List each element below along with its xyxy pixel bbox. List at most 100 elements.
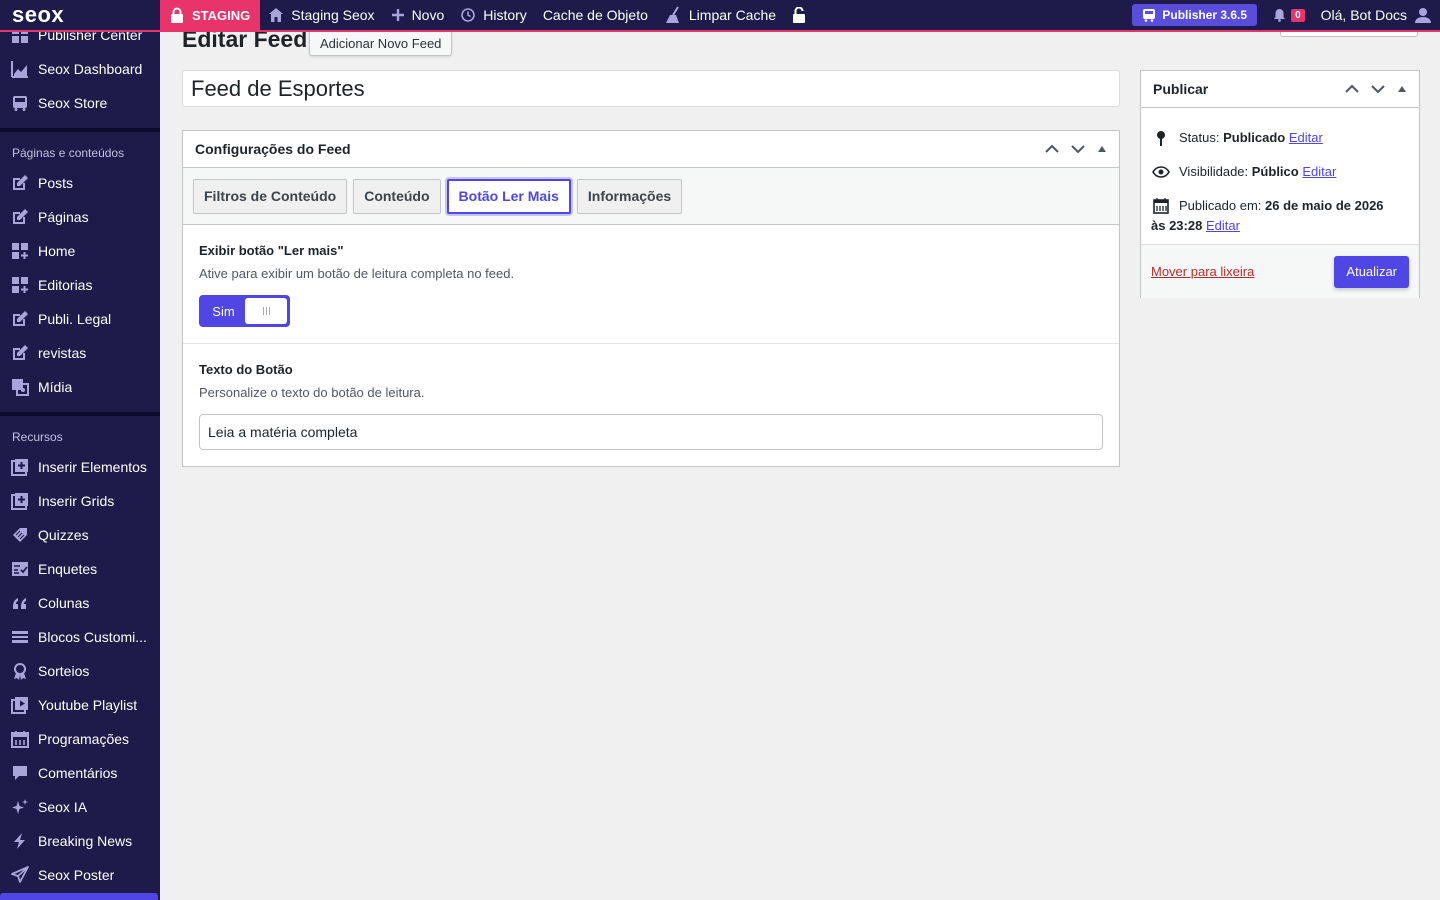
sidebar-item-breaking-news[interactable]: Breaking News [0, 824, 160, 858]
sidebar-item-publi-legal[interactable]: Publi. Legal [0, 302, 160, 336]
sidebar-item-label: Seox Poster [38, 867, 115, 883]
button-text-input[interactable]: Leia a matéria completa [199, 414, 1103, 450]
edit-icon [10, 207, 30, 227]
history-link[interactable]: History [452, 0, 535, 31]
calendar-icon [10, 729, 30, 749]
box-controls [1345, 84, 1407, 94]
sidebar-item-label: Posts [38, 175, 74, 191]
toggle-knob[interactable] [245, 298, 287, 324]
sidebar-item-label: Mídia [38, 379, 73, 395]
sidebar-item-label: revistas [38, 345, 87, 361]
screen-options-tab[interactable] [1280, 32, 1418, 37]
staging-label: STAGING [192, 7, 251, 23]
new-content-link[interactable]: Novo [383, 0, 453, 31]
collapse-triangle-icon[interactable] [1397, 85, 1407, 93]
sidebar-item-editorias[interactable]: Editorias [0, 268, 160, 302]
blocks-icon [10, 275, 30, 295]
staging-badge[interactable]: STAGING [160, 0, 261, 31]
feed-settings-title: Configurações do Feed [195, 141, 351, 157]
sidebar-item-midia[interactable]: Mídia [0, 370, 160, 404]
chevron-up-icon[interactable] [1045, 144, 1059, 154]
eye-icon [1151, 162, 1171, 182]
sidebar-item-label: Seox Store [38, 95, 108, 111]
send-icon [10, 865, 30, 885]
visibility-prefix: Visibilidade: [1179, 164, 1249, 179]
sidebar-item-publisher-center[interactable]: Publisher Center [0, 32, 160, 52]
show-button-field: Exibir botão "Ler mais" Ative para exibi… [183, 225, 1119, 344]
chevron-down-icon[interactable] [1071, 144, 1085, 154]
sidebar-item-seox-poster[interactable]: Seox Poster [0, 858, 160, 892]
sidebar-item-revistas[interactable]: revistas [0, 336, 160, 370]
show-button-toggle[interactable]: Sim [199, 295, 290, 327]
admin-bar: seox STAGING Staging Seox Novo History C… [0, 0, 1440, 32]
tab-filtros-de-conteudo[interactable]: Filtros de Conteúdo [193, 178, 348, 214]
account-menu[interactable]: Olá, Bot Docs [1313, 0, 1440, 31]
published-time: às 23:28 [1151, 218, 1203, 233]
sidebar-item-home[interactable]: Home [0, 234, 160, 268]
update-button[interactable]: Atualizar [1334, 255, 1409, 288]
history-label: History [483, 7, 527, 23]
sidebar-item-blocos-customizados[interactable]: Blocos Customi... [0, 620, 160, 654]
edit-icon [10, 173, 30, 193]
quote-icon [10, 593, 30, 613]
edit-visibility-link[interactable]: Editar [1302, 164, 1336, 179]
sidebar-item-label: Home [38, 243, 76, 259]
unlock-icon [792, 7, 806, 23]
button-text-label: Texto do Botão [199, 362, 293, 377]
page-title: Editar Feed [182, 32, 308, 52]
sidebar-item-seox-dashboard[interactable]: Seox Dashboard [0, 52, 160, 86]
sidebar-item-seox-store[interactable]: Seox Store [0, 86, 160, 120]
notifications-button[interactable]: 0 [1265, 0, 1313, 31]
publisher-version-badge[interactable]: Publisher 3.6.5 [1132, 4, 1258, 26]
collapse-triangle-icon[interactable] [1097, 145, 1107, 153]
menu-section-header: Páginas e conteúdos [12, 146, 125, 160]
plus-box-icon [10, 491, 30, 511]
tab-informacoes[interactable]: Informações [576, 178, 683, 214]
move-to-trash-link[interactable]: Mover para lixeira [1151, 264, 1254, 279]
broom-icon [664, 6, 682, 24]
sidebar-item-label: Inserir Grids [38, 493, 115, 509]
object-cache-link[interactable]: Cache de Objeto [535, 0, 656, 31]
sidebar-item-posts[interactable]: Posts [0, 166, 160, 200]
sidebar-item-inserir-grids[interactable]: Inserir Grids [0, 484, 160, 518]
bell-icon [1273, 8, 1286, 22]
poll-icon [10, 559, 30, 579]
tab-botao-ler-mais[interactable]: Botão Ler Mais [446, 178, 571, 214]
chevron-down-icon[interactable] [1371, 84, 1385, 94]
sidebar-item-label: Blocos Customi... [38, 629, 147, 645]
site-name-link[interactable]: Staging Seox [260, 0, 382, 31]
toggle-on-label: Sim [212, 303, 235, 319]
clear-cache-link[interactable]: Limpar Cache [656, 0, 784, 31]
home-icon [268, 7, 284, 23]
sidebar-item-label: Sorteios [38, 663, 90, 679]
sidebar-item-label: Youtube Playlist [38, 697, 138, 713]
edit-status-link[interactable]: Editar [1289, 130, 1323, 145]
sidebar-item-paginas[interactable]: Páginas [0, 200, 160, 234]
status-row: Status: Publicado Editar [1141, 128, 1419, 148]
published-prefix: Publicado em: [1179, 198, 1262, 213]
visibility-row: Visibilidade: Público Editar [1141, 162, 1419, 182]
sidebar-item-comentarios[interactable]: Comentários [0, 756, 160, 790]
button-text-field: Texto do Botão Personalize o texto do bo… [183, 344, 1119, 466]
history-icon [460, 7, 476, 23]
sidebar-active-item-edge[interactable] [0, 893, 158, 900]
edit-icon [10, 309, 30, 329]
sidebar-item-quizzes[interactable]: Quizzes [0, 518, 160, 552]
sidebar-item-label: Seox IA [38, 799, 88, 815]
publish-header: Publicar [1141, 71, 1419, 108]
sidebar-item-inserir-elementos[interactable]: Inserir Elementos [0, 450, 160, 484]
tab-conteudo[interactable]: Conteúdo [353, 178, 441, 214]
title-input[interactable]: Feed de Esportes [182, 70, 1120, 107]
seox-logo[interactable]: seox [0, 0, 160, 31]
edit-date-link[interactable]: Editar [1206, 218, 1240, 233]
sidebar-item-seox-ia[interactable]: Seox IA [0, 790, 160, 824]
sidebar-item-programacoes[interactable]: Programações [0, 722, 160, 756]
sidebar-item-youtube-playlist[interactable]: Youtube Playlist [0, 688, 160, 722]
sidebar-item-colunas[interactable]: Colunas [0, 586, 160, 620]
chevron-up-icon[interactable] [1345, 84, 1359, 94]
sidebar-item-enquetes[interactable]: Enquetes [0, 552, 160, 586]
sidebar-item-sorteios[interactable]: Sorteios [0, 654, 160, 688]
unlock-button[interactable] [784, 0, 814, 31]
add-new-feed-button[interactable]: Adicionar Novo Feed [309, 32, 453, 56]
playlist-icon [10, 695, 30, 715]
